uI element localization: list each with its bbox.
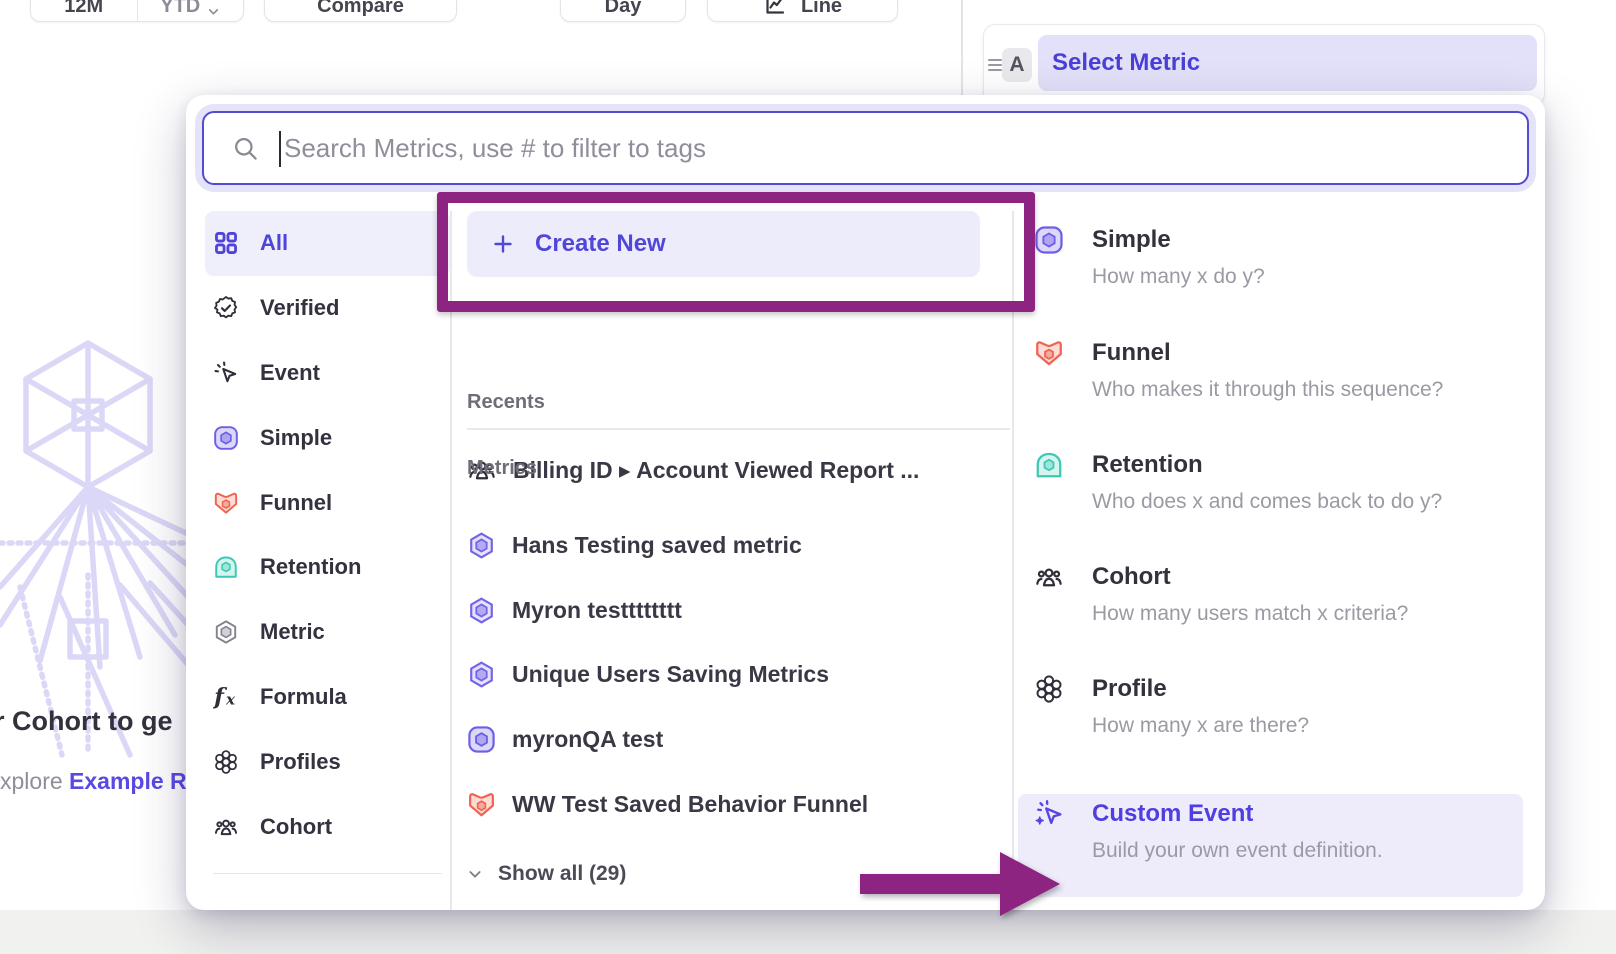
metric-type-text: Funnel Who makes it through this sequence… (1092, 338, 1443, 402)
compare-button[interactable]: Compare (264, 0, 457, 22)
metric-type-text: Simple How many x do y? (1092, 225, 1265, 289)
metric-type-text: Retention Who does x and comes back to do… (1092, 450, 1442, 514)
simple-icon (1034, 225, 1064, 255)
funnel-icon (1034, 338, 1064, 368)
metric-type-description: How many x do y? (1092, 265, 1265, 289)
chart-type-line-button[interactable]: Line (707, 0, 898, 22)
granularity-day-button[interactable]: Day (560, 0, 686, 22)
metric-type-text: Custom Event Build your own event definit… (1092, 799, 1383, 863)
metric-type-cohort[interactable]: Cohort How many users match x criteria? (1034, 562, 1545, 626)
metric-type-text: Profile How many x are there? (1092, 674, 1309, 738)
metric-type-title: Cohort (1092, 562, 1408, 592)
query-row-badge: A (1002, 48, 1032, 82)
annotation-highlight-box (437, 192, 1035, 312)
granularity-label: Day (605, 0, 642, 18)
metric-type-title: Simple (1092, 225, 1265, 255)
metric-type-simple[interactable]: Simple How many x do y? (1034, 225, 1545, 289)
metric-type-description: How many x are there? (1092, 714, 1309, 738)
metric-type-custom-event[interactable]: Custom Event Build your own event definit… (1034, 799, 1545, 863)
query-row-letter: A (1009, 53, 1024, 77)
metric-type-title: Retention (1092, 450, 1442, 480)
range-ytd-button[interactable]: YTD (137, 0, 244, 21)
select-metric-button[interactable]: Select Metric (1038, 35, 1537, 91)
line-chart-icon (763, 0, 787, 17)
metric-type-description: Build your own event definition. (1092, 839, 1383, 863)
example-reports-link[interactable]: Example R (69, 768, 187, 794)
compare-label: Compare (317, 0, 404, 18)
date-range-segmented-control[interactable]: 12M YTD (30, 0, 244, 22)
range-12m-button[interactable]: 12M (31, 0, 137, 21)
metric-type-text: Cohort How many users match x criteria? (1092, 562, 1408, 626)
explore-text: xplore (0, 768, 69, 794)
background-wireframe-illustration (0, 335, 190, 935)
metric-type-title: Profile (1092, 674, 1309, 704)
metric-type-description: How many users match x criteria? (1092, 602, 1408, 626)
range-ytd-label: YTD (160, 0, 200, 18)
chevron-down-icon (207, 5, 220, 18)
cohort-icon (1034, 562, 1064, 592)
metric-type-title: Funnel (1092, 338, 1443, 368)
annotation-arrow (845, 838, 1070, 930)
background-heading-fragment: r Cohort to ge (0, 706, 172, 737)
app-canvas: 12M YTD Compare Day Line A Select Metric… (0, 0, 1616, 954)
metric-type-profile[interactable]: Profile How many x are there? (1034, 674, 1545, 738)
select-metric-label: Select Metric (1052, 49, 1200, 77)
metric-type-description: Who makes it through this sequence? (1092, 378, 1443, 402)
chart-type-label: Line (801, 0, 842, 18)
metric-type-description: Who does x and comes back to do y? (1092, 490, 1442, 514)
profiles-icon (1034, 674, 1064, 704)
drag-handle-icon[interactable] (988, 53, 1002, 77)
metric-type-funnel[interactable]: Funnel Who makes it through this sequence… (1034, 338, 1545, 402)
background-explore-line: xplore Example R (0, 768, 187, 795)
metric-type-title: Custom Event (1092, 799, 1383, 829)
custom-event-icon (1034, 799, 1064, 829)
app-background-strip (0, 910, 1616, 954)
range-12m-label: 12M (64, 0, 103, 18)
metric-type-retention[interactable]: Retention Who does x and comes back to do… (1034, 450, 1545, 514)
retention-icon (1034, 450, 1064, 480)
